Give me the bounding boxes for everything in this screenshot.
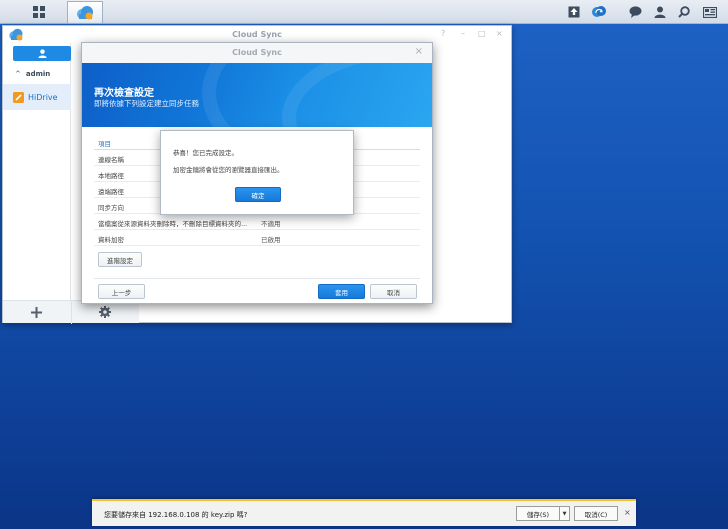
- user-label: admin: [25, 70, 51, 78]
- user-icon: [654, 6, 666, 18]
- row-key: 本地路徑: [98, 172, 124, 180]
- taskbar-cloud-sync-button[interactable]: [67, 1, 103, 23]
- dialog-subheading: 即將依據下列設定建立同步任務: [94, 99, 199, 108]
- advanced-settings-button[interactable]: 進階設定: [98, 252, 142, 267]
- download-cancel-button[interactable]: 取消(C): [574, 506, 618, 521]
- upload-icon: [568, 6, 580, 18]
- user-button[interactable]: [652, 2, 668, 22]
- main-menu-icon: [33, 6, 45, 18]
- cancel-button[interactable]: 取消: [370, 284, 417, 299]
- close-button[interactable]: ×: [496, 29, 503, 38]
- download-notification-bar: 您要儲存來自 192.168.0.108 的 key.zip 嗎? 儲存(S) …: [92, 499, 636, 526]
- row-key: 遠端路徑: [98, 188, 124, 196]
- cloud-sync-app-icon: [77, 5, 93, 19]
- save-button[interactable]: 儲存(S): [516, 506, 560, 521]
- dialog-banner: 再次檢查設定 即將依據下列設定建立同步任務: [82, 63, 432, 127]
- chat-icon: [629, 6, 641, 18]
- row-value: 已啟用: [261, 236, 281, 244]
- account-button[interactable]: [13, 46, 71, 61]
- chevron-down-icon: ▼: [562, 510, 567, 517]
- dialog-title: Cloud Sync: [232, 48, 282, 57]
- hidrive-icon: [13, 91, 24, 103]
- sync-status-button[interactable]: [590, 2, 608, 22]
- toolbar-divider: [71, 301, 72, 324]
- sidebar: ^ admin HiDrive: [3, 43, 71, 323]
- window-title: Cloud Sync: [232, 30, 282, 39]
- dialog-heading: 再次檢查設定: [94, 88, 154, 99]
- search-icon: [678, 6, 690, 18]
- sync-status-icon: [592, 6, 606, 17]
- widgets-icon: [703, 6, 717, 18]
- column-header-item: 項目: [98, 140, 111, 148]
- sidebar-item-label: HiDrive: [28, 92, 58, 102]
- main-menu-button[interactable]: [14, 2, 64, 22]
- download-prompt-text: 您要儲存來自 192.168.0.108 的 key.zip 嗎?: [104, 511, 248, 519]
- row-key: 連線名稱: [98, 156, 124, 164]
- save-options-dropdown[interactable]: ▼: [560, 506, 570, 521]
- help-button[interactable]: ?: [441, 29, 445, 38]
- row-key: 資料加密: [98, 236, 124, 244]
- upload-button[interactable]: [566, 2, 582, 22]
- minimize-button[interactable]: –: [461, 29, 465, 38]
- gear-icon[interactable]: [99, 306, 111, 318]
- chevron-up-icon: ^: [15, 70, 21, 78]
- ok-button[interactable]: 確定: [235, 187, 281, 202]
- user-icon: [37, 49, 47, 58]
- message-line: 加密金鑰將會從您的瀏覽器直接匯出。: [173, 166, 284, 174]
- row-key: 當檔案從來源資料夾刪除時，不刪除目標資料夾的...: [98, 220, 248, 228]
- dialog-titlebar[interactable]: Cloud Sync ×: [82, 43, 432, 63]
- search-button[interactable]: [676, 2, 692, 22]
- message-line: 恭喜！您已完成設定。: [173, 149, 238, 157]
- row-value: 不適用: [261, 220, 281, 228]
- close-icon[interactable]: ×: [624, 508, 631, 517]
- taskbar: [0, 0, 728, 24]
- user-group-header[interactable]: ^ admin: [15, 70, 50, 78]
- add-icon[interactable]: [31, 307, 42, 318]
- back-button[interactable]: 上一步: [98, 284, 145, 299]
- row-key: 同步方向: [98, 204, 124, 212]
- apply-button[interactable]: 套用: [318, 284, 365, 299]
- footer-divider: [94, 278, 420, 279]
- table-row: 資料加密 已啟用: [94, 230, 420, 246]
- widgets-button[interactable]: [701, 2, 719, 22]
- chat-button[interactable]: [627, 2, 643, 22]
- window-titlebar[interactable]: Cloud Sync ? – □ ×: [3, 26, 511, 43]
- sidebar-item-hidrive[interactable]: HiDrive: [3, 84, 71, 110]
- maximize-button[interactable]: □: [478, 29, 486, 38]
- close-icon[interactable]: ×: [415, 46, 423, 57]
- table-row: 當檔案從來源資料夾刪除時，不刪除目標資料夾的... 不適用: [94, 214, 420, 230]
- completion-message-box: 恭喜！您已完成設定。 加密金鑰將會從您的瀏覽器直接匯出。 確定: [160, 130, 354, 215]
